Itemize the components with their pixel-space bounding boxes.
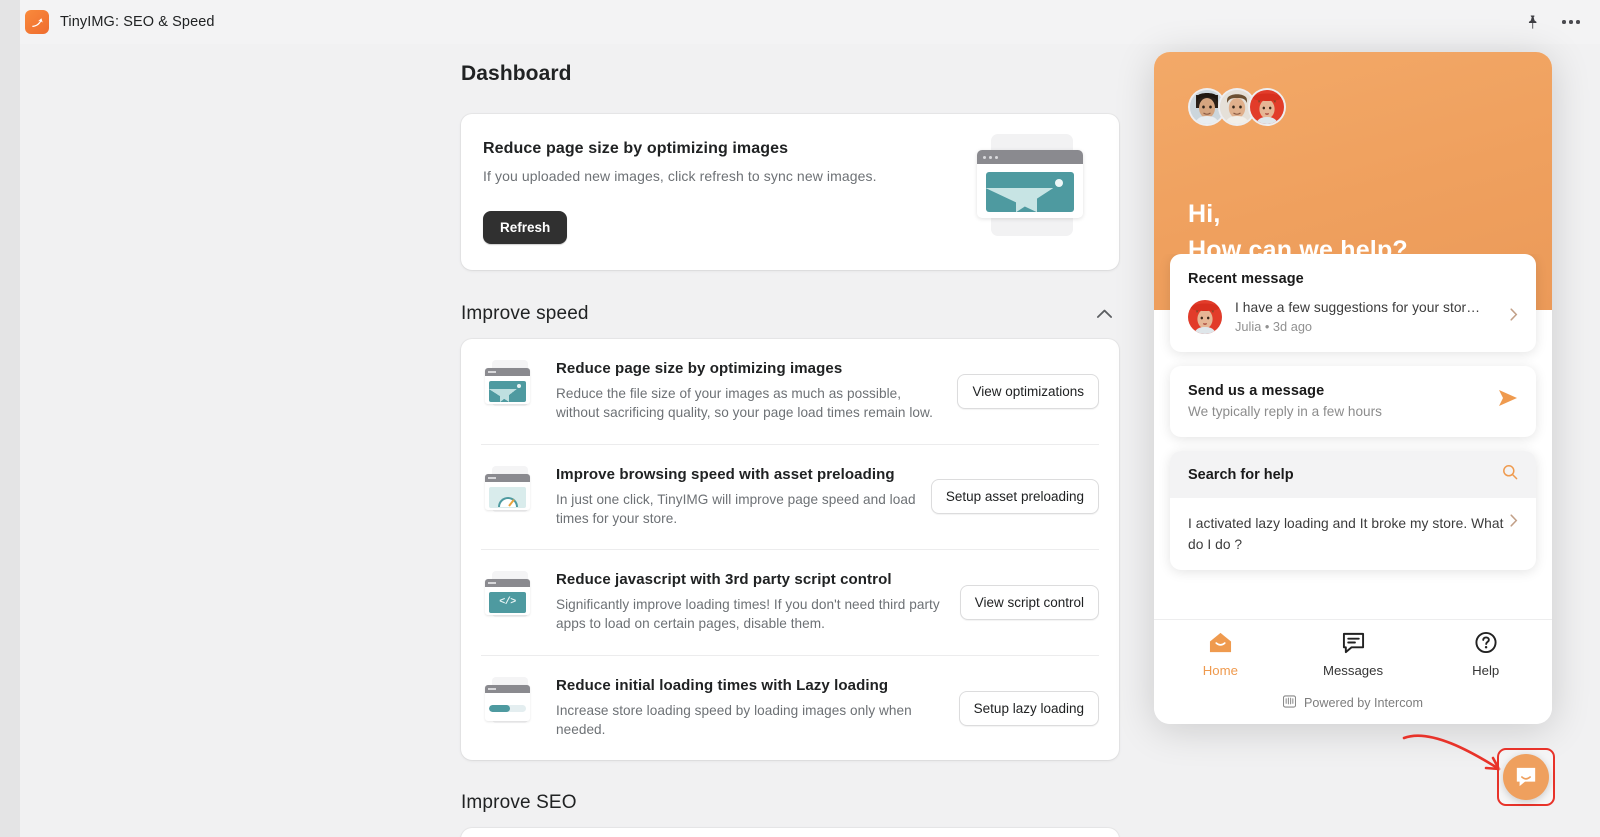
row-text: Improve browsing speed with asset preloa… [556, 466, 931, 529]
row-body: Significantly improve loading times! If … [556, 597, 940, 632]
code-brackets-icon: </> [483, 571, 535, 620]
section-header-improve-speed[interactable]: Improve speed [461, 302, 1119, 325]
team-avatars [1188, 88, 1518, 126]
top-bar: TinyIMG: SEO & Speed [20, 0, 1600, 44]
nav-help-label: Help [1472, 663, 1500, 678]
table-row: Boost search engine results with metadat… [481, 828, 1099, 837]
top-bar-actions [1523, 12, 1600, 32]
app-window: TinyIMG: SEO & Speed Dashboard Reduce pa… [0, 0, 1600, 837]
pushpin-icon[interactable] [1523, 12, 1542, 32]
hero-heading: Reduce page size by optimizing images [483, 140, 789, 157]
julia-avatar [1188, 300, 1222, 334]
chevron-right-icon [1510, 514, 1518, 532]
row-heading: Reduce javascript with 3rd party script … [556, 571, 892, 589]
chevron-right-icon [1510, 308, 1518, 326]
section-title: Improve speed [461, 302, 589, 324]
messenger-nav: Home Messages Help [1154, 619, 1552, 687]
main-content: Dashboard Reduce page size by optimizing… [461, 62, 1119, 837]
teammate-avatar-3 [1248, 88, 1286, 126]
nav-home-label: Home [1202, 663, 1238, 678]
recent-message-meta: Julia • 3d ago [1235, 319, 1313, 334]
send-message-title: Send us a message [1188, 383, 1325, 399]
message-bubble-icon [1341, 631, 1366, 657]
row-body: Reduce the file size of your images as m… [556, 386, 933, 421]
list-item[interactable]: I activated lazy loading and It broke my… [1170, 498, 1536, 570]
send-message-subtitle: We typically reply in a few hours [1188, 404, 1382, 419]
section-header-improve-seo[interactable]: Improve SEO [461, 792, 1119, 814]
setup-asset-preloading-button[interactable]: Setup asset preloading [930, 479, 1099, 515]
browser-image-illustration [977, 134, 1087, 244]
recent-message-title: Recent message [1188, 271, 1304, 287]
row-heading: Improve browsing speed with asset preloa… [556, 465, 895, 483]
intercom-messenger-panel: Hi, How can we help? Recent message I ha… [1154, 52, 1552, 724]
hero-card: Reduce page size by optimizing images If… [461, 114, 1119, 270]
intercom-chat-launcher-icon[interactable] [1503, 754, 1549, 800]
speedometer-icon [483, 465, 535, 515]
table-row: Reduce page size by optimizing images Re… [481, 339, 1099, 444]
more-options-icon[interactable] [1560, 18, 1582, 26]
row-action: Setup lazy loading [958, 690, 1099, 726]
section-title: Improve SEO [461, 792, 577, 814]
row-text: Reduce page size by optimizing images Re… [556, 360, 957, 423]
search-label: Search for help [1188, 466, 1294, 483]
row-action: View optimizations [957, 373, 1099, 409]
table-row: </> Reduce javascript with 3rd party scr… [481, 549, 1099, 655]
improve-seo-card: Boost search engine results with metadat… [461, 828, 1119, 837]
row-text: Reduce initial loading times with Lazy l… [556, 677, 959, 740]
question-circle-icon [1474, 631, 1498, 657]
send-message-card[interactable]: Send us a message We typically reply in … [1170, 366, 1536, 437]
home-icon [1208, 631, 1233, 657]
help-article-title: I activated lazy loading and It broke my… [1188, 516, 1504, 552]
row-heading: Reduce page size by optimizing images [556, 360, 843, 377]
row-body: Increase store loading speed by loading … [556, 702, 912, 738]
row-action: Setup asset preloading [930, 479, 1099, 515]
hero-body: If you uploaded new images, click refres… [483, 168, 877, 184]
help-search-card: Search for help I activated lazy loading… [1170, 451, 1536, 570]
powered-by-intercom: Powered by Intercom [1154, 687, 1552, 724]
recent-message-preview: I have a few suggestions for your stor… [1235, 300, 1481, 315]
improve-speed-card: Reduce page size by optimizing images Re… [461, 339, 1119, 761]
row-action: View script control [959, 584, 1099, 620]
search-input[interactable]: Search for help [1170, 451, 1536, 498]
row-text: Reduce javascript with 3rd party script … [556, 571, 960, 634]
image-placeholder-icon [483, 360, 535, 409]
search-icon[interactable] [1502, 464, 1518, 485]
row-heading: Reduce initial loading times with Lazy l… [556, 676, 889, 694]
hero-text: Reduce page size by optimizing images If… [483, 138, 977, 244]
intercom-logo-icon [1282, 695, 1297, 711]
setup-lazy-loading-button[interactable]: Setup lazy loading [958, 690, 1099, 726]
app-title: TinyIMG: SEO & Speed [60, 14, 215, 30]
nav-messages[interactable]: Messages [1287, 631, 1420, 678]
chevron-up-icon[interactable] [1090, 302, 1119, 325]
row-body: In just one click, TinyIMG will improve … [556, 491, 916, 526]
progress-bar-icon [483, 676, 535, 726]
recent-message-card[interactable]: Recent message I have a few suggestions … [1170, 254, 1536, 352]
tinyimg-logo-icon [25, 10, 49, 34]
table-row: Improve browsing speed with asset preloa… [481, 443, 1099, 550]
page-title: Dashboard [461, 62, 572, 85]
left-rail [0, 0, 20, 837]
refresh-button[interactable]: Refresh [483, 211, 568, 244]
nav-messages-label: Messages [1322, 663, 1384, 678]
paper-plane-icon[interactable] [1498, 389, 1518, 413]
table-row: Reduce initial loading times with Lazy l… [481, 654, 1099, 761]
view-script-control-button[interactable]: View script control [959, 584, 1099, 620]
messenger-body[interactable]: Recent message I have a few suggestions … [1154, 254, 1552, 619]
nav-home[interactable]: Home [1154, 631, 1287, 678]
nav-help[interactable]: Help [1419, 631, 1552, 678]
view-optimizations-button[interactable]: View optimizations [957, 373, 1099, 409]
greeting-line-1: Hi, [1188, 199, 1221, 228]
powered-by-label: Powered by Intercom [1304, 696, 1423, 710]
